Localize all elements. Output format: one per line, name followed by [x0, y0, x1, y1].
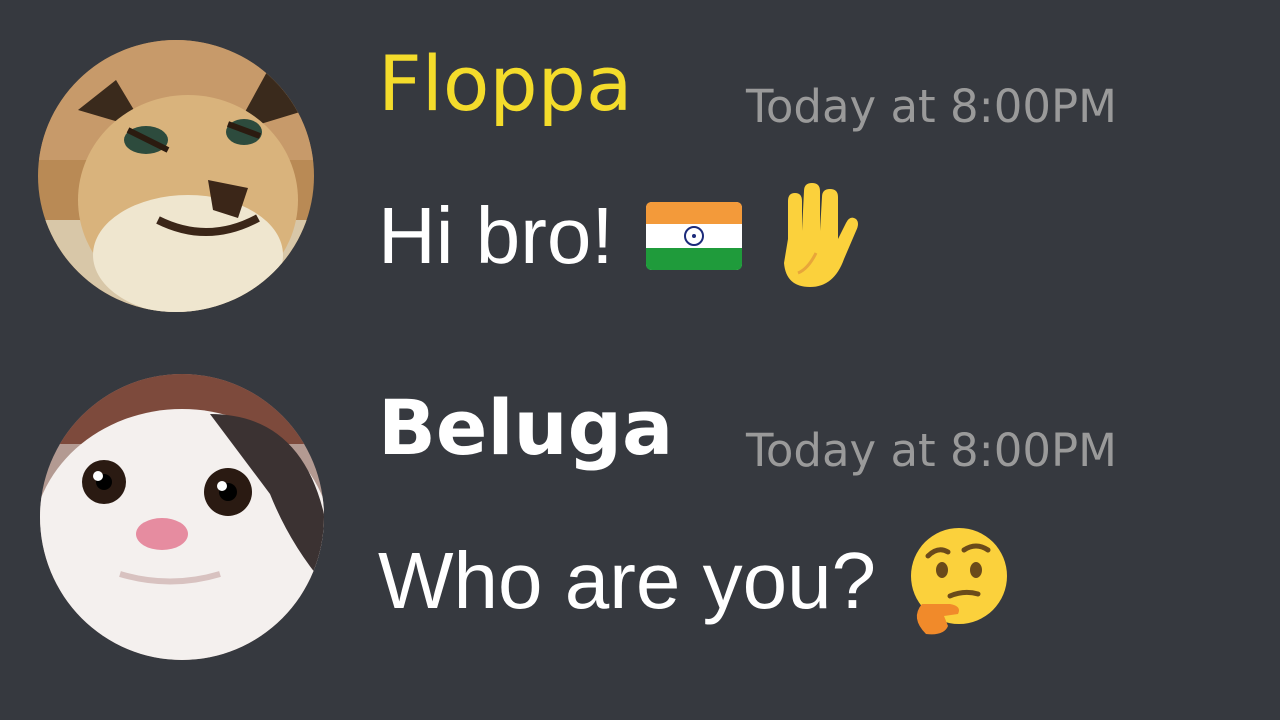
- message-beluga: Beluga Today at 8:00PM Who are you?: [0, 340, 1280, 720]
- username-floppa[interactable]: Floppa: [378, 46, 632, 122]
- raised-hand-icon: [768, 181, 860, 291]
- username-beluga[interactable]: Beluga: [378, 390, 673, 466]
- message-text: Who are you?: [378, 536, 877, 625]
- message-content: Hi bro!: [378, 183, 860, 287]
- timestamp: Today at 8:00PM: [746, 80, 1117, 133]
- chat-view: Floppa Today at 8:00PM Hi bro! Beluga To…: [0, 0, 1280, 720]
- thinking-face-icon: [904, 526, 1014, 636]
- timestamp: Today at 8:00PM: [746, 424, 1117, 477]
- cat-avatar-image: [40, 374, 324, 660]
- india-flag-icon: [645, 202, 742, 270]
- message-content: Who are you?: [378, 526, 1014, 636]
- message-text: Hi bro!: [378, 191, 614, 280]
- avatar-beluga[interactable]: [40, 374, 324, 660]
- message-floppa: Floppa Today at 8:00PM Hi bro!: [0, 0, 1280, 340]
- caracal-avatar-image: [38, 40, 314, 312]
- avatar-floppa[interactable]: [38, 40, 314, 312]
